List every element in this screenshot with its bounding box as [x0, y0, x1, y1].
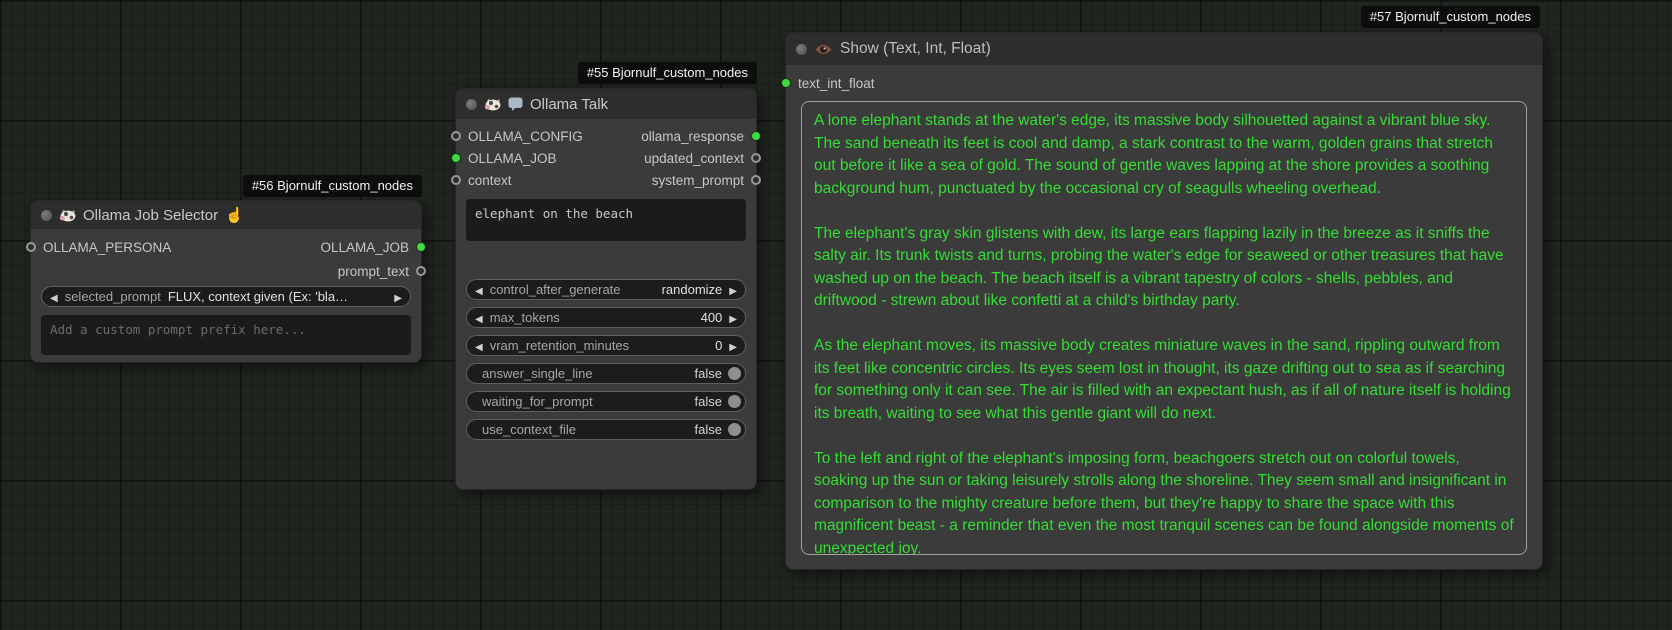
slot-row: prompt_text: [31, 259, 421, 283]
widget-value: FLUX, context given (Ex: 'bla…: [168, 289, 390, 304]
widget-value: false: [695, 394, 722, 409]
collapse-node-icon[interactable]: [796, 44, 807, 55]
eye-icon: [814, 43, 833, 56]
use-context-file-toggle-widget[interactable]: use_context_file false: [466, 419, 746, 440]
node-title: Show (Text, Int, Float): [840, 40, 991, 58]
widget-name: control_after_generate: [490, 282, 621, 297]
widget-name: use_context_file: [482, 422, 576, 437]
prompt-prefix-textarea[interactable]: Add a custom prompt prefix here...: [41, 315, 411, 355]
pointing-up-icon: [225, 206, 244, 224]
collapse-node-icon[interactable]: [41, 210, 52, 221]
cow-icon: [59, 209, 76, 222]
toggle-knob-icon[interactable]: [728, 395, 741, 408]
speech-bubble-icon: [508, 97, 523, 111]
input-label: context: [468, 173, 512, 188]
decrement-arrow-icon[interactable]: [475, 338, 483, 353]
node-id-badge-57: #57 Bjornulf_custom_nodes: [1361, 6, 1540, 28]
widget-name: max_tokens: [490, 310, 560, 325]
slot-row: text_int_float: [786, 71, 1542, 95]
increment-arrow-icon[interactable]: [729, 282, 737, 297]
decrement-arrow-icon[interactable]: [475, 310, 483, 325]
answer-single-line-toggle-widget[interactable]: answer_single_line false: [466, 363, 746, 384]
output-label: prompt_text: [338, 264, 409, 279]
widget-value: false: [695, 422, 722, 437]
input-slot-text-int-float[interactable]: [781, 78, 791, 88]
node-ollama-job-selector[interactable]: Ollama Job Selector OLLAMA_PERSONA OLLAM…: [30, 200, 422, 363]
slot-row: context system_prompt: [456, 169, 756, 191]
input-slot-context[interactable]: [451, 175, 461, 185]
increment-arrow-icon[interactable]: [394, 289, 402, 304]
output-slot-prompt-text[interactable]: [416, 266, 426, 276]
input-slot-ollama-persona[interactable]: [26, 242, 36, 252]
input-label: OLLAMA_PERSONA: [43, 240, 171, 255]
decrement-arrow-icon[interactable]: [475, 282, 483, 297]
toggle-knob-icon[interactable]: [728, 367, 741, 380]
max-tokens-number-widget[interactable]: max_tokens 400: [466, 307, 746, 328]
control-after-generate-combo-widget[interactable]: control_after_generate randomize: [466, 279, 746, 300]
input-slot-ollama-job[interactable]: [451, 153, 461, 163]
output-label: OLLAMA_JOB: [320, 240, 409, 255]
input-label: OLLAMA_JOB: [468, 151, 557, 166]
node-header-drag-handle[interactable]: Ollama Job Selector: [31, 201, 421, 229]
node-header-drag-handle[interactable]: Show (Text, Int, Float): [786, 33, 1542, 65]
input-slot-ollama-config[interactable]: [451, 131, 461, 141]
slot-row: OLLAMA_PERSONA OLLAMA_JOB: [31, 235, 421, 259]
waiting-for-prompt-toggle-widget[interactable]: waiting_for_prompt false: [466, 391, 746, 412]
node-title: Ollama Job Selector: [83, 207, 218, 224]
widget-value: randomize: [662, 282, 723, 297]
node-ollama-talk[interactable]: Ollama Talk OLLAMA_CONFIG ollama_respons…: [455, 88, 757, 490]
output-slot-ollama-job[interactable]: [416, 242, 426, 252]
toggle-knob-icon[interactable]: [728, 423, 741, 436]
decrement-arrow-icon[interactable]: [50, 289, 58, 304]
output-slot-updated-context[interactable]: [751, 153, 761, 163]
widget-name: waiting_for_prompt: [482, 394, 593, 409]
node-id-badge-55: #55 Bjornulf_custom_nodes: [578, 62, 757, 84]
show-text-output-area[interactable]: A lone elephant stands at the water's ed…: [801, 101, 1527, 555]
slot-row: OLLAMA_JOB updated_context: [456, 147, 756, 169]
output-slot-system-prompt[interactable]: [751, 175, 761, 185]
widget-value: 0: [715, 338, 722, 353]
output-label: ollama_response: [641, 129, 744, 144]
link-wires-layer: [0, 0, 300, 150]
widget-name: selected_prompt: [65, 289, 161, 304]
vram-retention-minutes-number-widget[interactable]: vram_retention_minutes 0: [466, 335, 746, 356]
widget-name: answer_single_line: [482, 366, 593, 381]
output-slot-ollama-response[interactable]: [751, 131, 761, 141]
node-header-drag-handle[interactable]: Ollama Talk: [456, 89, 756, 119]
output-label: system_prompt: [652, 173, 744, 188]
selected-prompt-combo-widget[interactable]: selected_prompt FLUX, context given (Ex:…: [41, 286, 411, 307]
spacer: [456, 241, 756, 279]
node-graph-canvas[interactable]: #56 Bjornulf_custom_nodes #55 Bjornulf_c…: [0, 0, 1672, 630]
node-show-text-int-float[interactable]: Show (Text, Int, Float) text_int_float A…: [785, 32, 1543, 570]
input-label: OLLAMA_CONFIG: [468, 129, 583, 144]
increment-arrow-icon[interactable]: [729, 338, 737, 353]
input-label: text_int_float: [798, 76, 875, 91]
node-title: Ollama Talk: [530, 96, 608, 113]
generated-text: A lone elephant stands at the water's ed…: [814, 110, 1514, 555]
collapse-node-icon[interactable]: [466, 99, 477, 110]
increment-arrow-icon[interactable]: [729, 310, 737, 325]
slot-row: OLLAMA_CONFIG ollama_response: [456, 125, 756, 147]
prompt-text-textarea[interactable]: elephant on the beach: [466, 199, 746, 241]
output-label: updated_context: [644, 151, 744, 166]
cow-icon: [484, 98, 501, 111]
node-id-badge-56: #56 Bjornulf_custom_nodes: [243, 175, 422, 197]
widget-value: 400: [701, 310, 723, 325]
widget-value: false: [695, 366, 722, 381]
widget-name: vram_retention_minutes: [490, 338, 629, 353]
